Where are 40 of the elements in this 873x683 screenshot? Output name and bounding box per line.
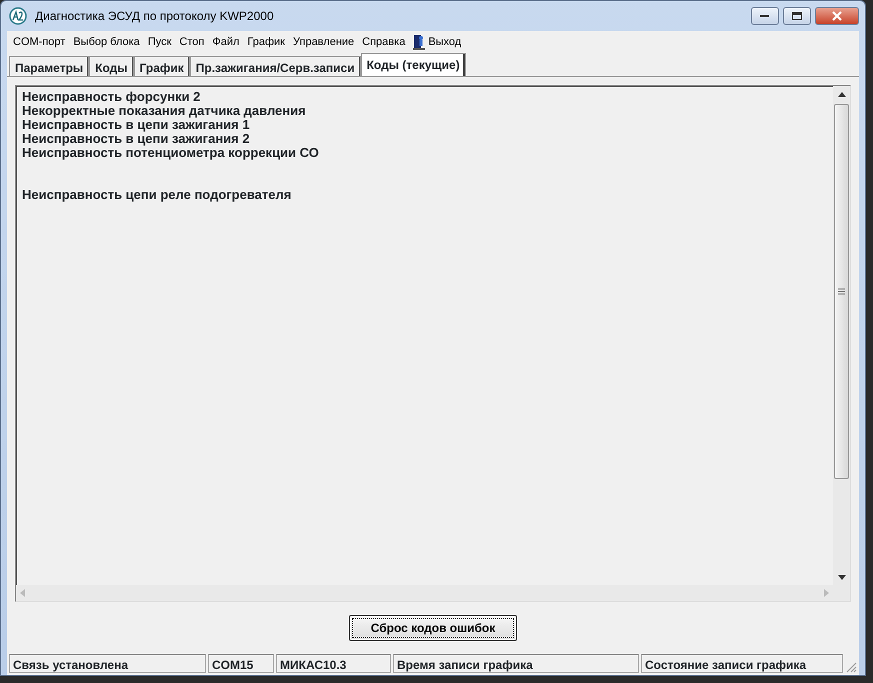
- maximize-icon: [792, 12, 802, 20]
- scroll-up-icon[interactable]: [838, 92, 846, 96]
- error-code-line: Неисправность в цепи зажигания 1: [22, 118, 250, 132]
- menu-item[interactable]: Выбор блока: [69, 34, 144, 50]
- status-panel: МИКАС10.3: [276, 654, 391, 673]
- grip-icon: [838, 288, 845, 295]
- window-title: Диагностика ЭСУД по протоколу KWP2000: [35, 8, 275, 25]
- menu-item[interactable]: Управление: [289, 34, 358, 50]
- minimize-button[interactable]: [751, 7, 779, 25]
- menu-item[interactable]: COM-порт: [9, 34, 70, 50]
- error-code-line: Неисправность форсунки 2: [22, 90, 202, 104]
- status-panel: Время записи графика: [393, 654, 639, 673]
- exit-menu-item[interactable]: Выход: [428, 34, 462, 50]
- minimize-icon: [760, 14, 770, 18]
- exit-icon: [413, 34, 426, 50]
- tab[interactable]: График: [134, 56, 190, 76]
- menu-item[interactable]: Пуск: [144, 34, 176, 50]
- tab[interactable]: Параметры: [9, 56, 90, 76]
- status-panel: Связь установлена: [9, 654, 206, 673]
- tab[interactable]: Пр.зажигания/Серв.записи: [190, 56, 361, 76]
- error-code-line: Некорректные показания датчика давления: [22, 104, 307, 118]
- menu-item[interactable]: Справка: [358, 34, 410, 50]
- reset-codes-button[interactable]: Сброс кодов ошибок: [349, 615, 517, 641]
- scroll-down-icon[interactable]: [838, 574, 846, 580]
- status-panel: COM15: [208, 654, 274, 673]
- status-panel: Состояние записи графика: [641, 654, 843, 673]
- menu-item[interactable]: Стоп: [175, 34, 208, 50]
- error-code-line: Неисправность потенциометра коррекции СО: [22, 146, 320, 160]
- error-code-line: Неисправность цепи реле подогревателя: [22, 188, 292, 202]
- tab[interactable]: Коды (текущие): [360, 53, 466, 76]
- close-button[interactable]: [815, 7, 859, 25]
- vertical-scrollbar[interactable]: [833, 86, 850, 585]
- close-icon: [831, 11, 843, 21]
- resize-grip-icon[interactable]: [845, 661, 857, 673]
- menu-item[interactable]: График: [243, 34, 289, 50]
- error-code-line: Неисправность в цепи зажигания 2: [22, 132, 251, 146]
- tab[interactable]: Коды: [89, 56, 134, 76]
- maximize-button[interactable]: [783, 7, 811, 25]
- app-logo-icon: [9, 7, 27, 25]
- menu-item[interactable]: Файл: [208, 34, 244, 50]
